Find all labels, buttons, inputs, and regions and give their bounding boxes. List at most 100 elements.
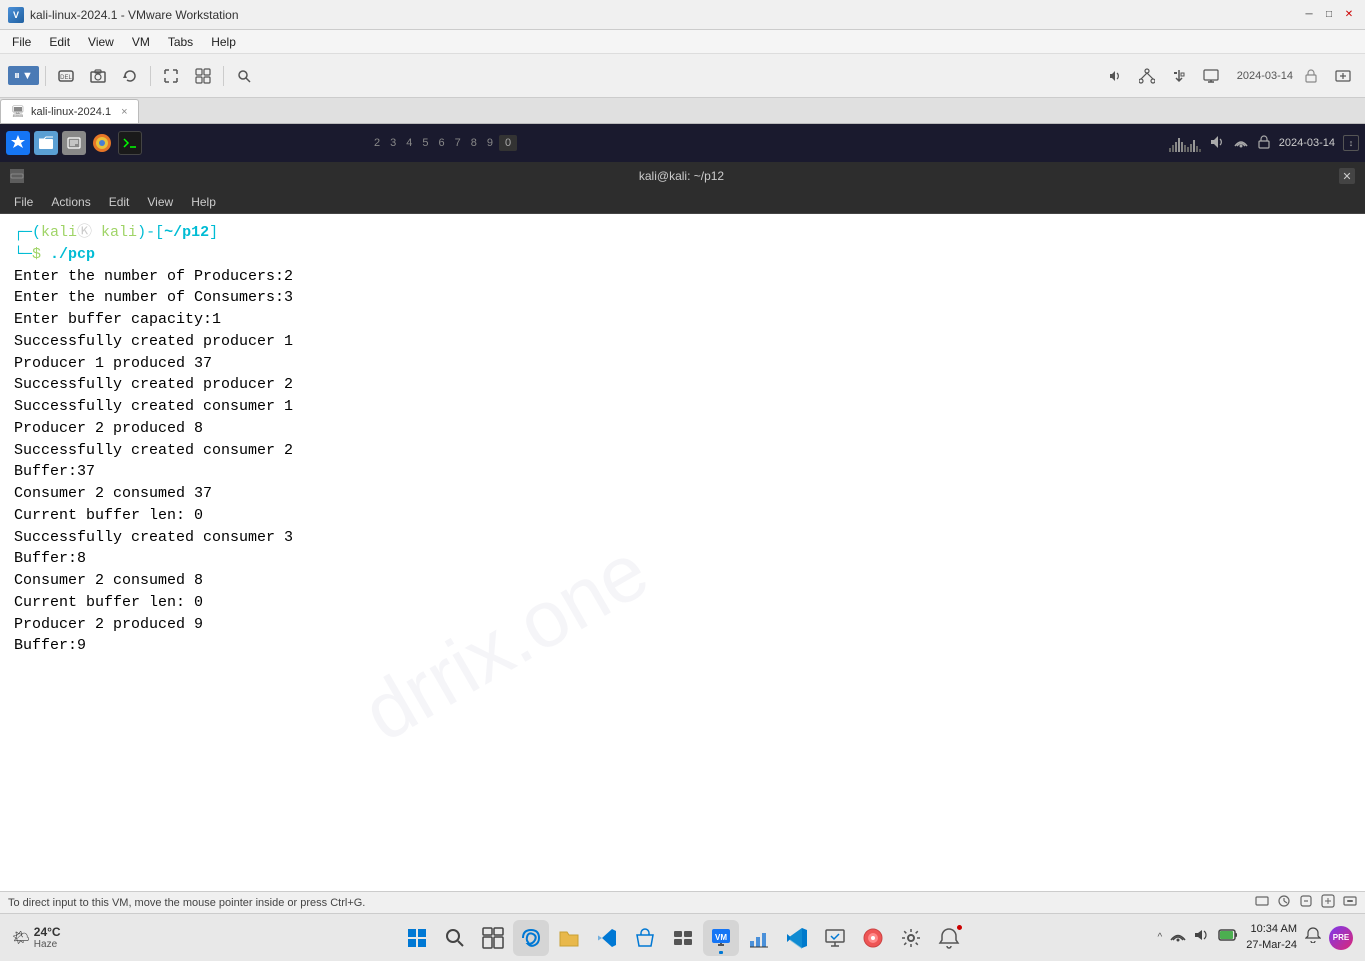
tray-volume[interactable]: [1194, 927, 1210, 948]
vm-tab[interactable]: 🖥 kali-linux-2024.1 ×: [0, 99, 139, 123]
prompt-open-bracket: ┌─(: [14, 224, 41, 241]
terminal-close-icon[interactable]: ✕: [1339, 168, 1355, 184]
tmenu-view[interactable]: View: [139, 193, 181, 211]
unity-button[interactable]: [189, 62, 217, 90]
titlebar-left: V kali-linux-2024.1 - VMware Workstation: [8, 7, 239, 23]
status-icon-3[interactable]: [1299, 894, 1313, 911]
tray-network[interactable]: [1170, 927, 1186, 948]
kali-lock-icon[interactable]: [1257, 135, 1271, 152]
browser-button[interactable]: [855, 920, 891, 956]
display-button[interactable]: [1197, 62, 1225, 90]
settings-taskbar-button[interactable]: [893, 920, 929, 956]
vmware-clock: 2024-03-14: [1237, 70, 1293, 82]
tray-expand[interactable]: ^: [1158, 932, 1163, 943]
menu-file[interactable]: File: [4, 33, 39, 51]
start-button[interactable]: [399, 920, 435, 956]
vscode2-button[interactable]: [779, 920, 815, 956]
prompt-hostname: kali: [92, 224, 137, 241]
tray-power[interactable]: [1218, 928, 1238, 947]
terminal-menu: File Actions Edit View Help: [0, 190, 1365, 214]
output-line-14: Consumer 2 consumed 8: [14, 570, 1351, 592]
network-button[interactable]: [1133, 62, 1161, 90]
tmenu-actions[interactable]: Actions: [43, 193, 98, 211]
ws-7[interactable]: 7: [451, 135, 465, 151]
magnify-button[interactable]: [230, 62, 258, 90]
guest-area: 2 3 4 5 6 7 8 9 0: [0, 124, 1365, 891]
minimize-button[interactable]: ─: [1301, 7, 1317, 23]
vscode-button[interactable]: [589, 920, 625, 956]
status-icon-5[interactable]: [1343, 894, 1357, 911]
bottom-status-bar: To direct input to this VM, move the mou…: [0, 891, 1365, 913]
terminal-close-controls: ✕: [1339, 168, 1355, 184]
tmenu-file[interactable]: File: [6, 193, 41, 211]
kali-topbar: 2 3 4 5 6 7 8 9 0: [0, 124, 1365, 162]
output-line-15: Current buffer len: 0: [14, 592, 1351, 614]
files-icon[interactable]: [62, 131, 86, 155]
terminal-minimize-icon[interactable]: [10, 169, 24, 183]
output-line-3: Successfully created producer 1: [14, 331, 1351, 353]
chart-button[interactable]: [741, 920, 777, 956]
prompt-dollar-sign: $: [32, 246, 41, 263]
menu-edit[interactable]: Edit: [41, 33, 78, 51]
kali-logo[interactable]: [6, 131, 30, 155]
ws-8[interactable]: 8: [467, 135, 481, 151]
ws-6[interactable]: 6: [435, 135, 449, 151]
ws-3[interactable]: 3: [386, 135, 400, 151]
tmenu-help[interactable]: Help: [183, 193, 224, 211]
revert-button[interactable]: [116, 62, 144, 90]
firefox-icon[interactable]: [90, 131, 114, 155]
weather-widget[interactable]: 🌤 24°C Haze: [12, 925, 61, 950]
ws-2[interactable]: 2: [370, 135, 384, 151]
command-text: ./pcp: [50, 246, 95, 263]
taskview-button[interactable]: [475, 920, 511, 956]
menu-vm[interactable]: VM: [124, 33, 158, 51]
vm-tab-close[interactable]: ×: [121, 106, 127, 118]
kali-speaker-icon[interactable]: [1209, 134, 1225, 153]
tmenu-edit[interactable]: Edit: [101, 193, 138, 211]
output-line-1: Enter the number of Consumers:3: [14, 287, 1351, 309]
close-button[interactable]: ✕: [1341, 7, 1357, 23]
kali-expand[interactable]: ↕: [1343, 135, 1359, 151]
menu-tabs[interactable]: Tabs: [160, 33, 201, 51]
notification-button[interactable]: [931, 920, 967, 956]
pause-button[interactable]: ⏸ ▼: [8, 66, 39, 85]
menu-view[interactable]: View: [80, 33, 122, 51]
notification-dot: [956, 924, 963, 931]
usb-button[interactable]: [1165, 62, 1193, 90]
fileexplorer-button[interactable]: [551, 920, 587, 956]
remote-button[interactable]: [817, 920, 853, 956]
terminal-body[interactable]: ┌─(kaliⓀ kali)-[~/p12] └─$ ./pcp Enter t…: [0, 214, 1365, 891]
ws-9[interactable]: 9: [483, 135, 497, 151]
filemanager-icon[interactable]: [34, 131, 58, 155]
output-line-11: Current buffer len: 0: [14, 505, 1351, 527]
store-button[interactable]: [627, 920, 663, 956]
bottom-status-right: [1255, 894, 1357, 911]
search-button[interactable]: [437, 920, 473, 956]
menu-help[interactable]: Help: [203, 33, 244, 51]
edge-button[interactable]: [513, 920, 549, 956]
vmware-taskbar-icon[interactable]: VM: [703, 920, 739, 956]
tray-user[interactable]: PRE: [1329, 926, 1353, 950]
terminal-title: kali@kali: ~/p12: [24, 169, 1339, 183]
kali-tasks-icon[interactable]: [665, 920, 701, 956]
terminal-icon[interactable]: [118, 131, 142, 155]
output-line-6: Successfully created consumer 1: [14, 396, 1351, 418]
clock-time: 10:34 AM: [1246, 922, 1297, 937]
status-icon-4[interactable]: [1321, 894, 1335, 911]
ctrl-alt-del-button[interactable]: DEL: [52, 62, 80, 90]
system-clock[interactable]: 10:34 AM 27-Mar-24: [1246, 922, 1297, 953]
status-icon-2[interactable]: [1277, 894, 1291, 911]
fullscreen-button[interactable]: [157, 62, 185, 90]
stretch-button[interactable]: [1329, 62, 1357, 90]
ws-0-active[interactable]: 0: [499, 135, 517, 151]
snapshot-button[interactable]: [84, 62, 112, 90]
terminal-titlebar: kali@kali: ~/p12 ✕: [0, 162, 1365, 190]
kali-network-icon[interactable]: [1233, 134, 1249, 153]
audio-button[interactable]: [1101, 62, 1129, 90]
tray-notifications[interactable]: [1305, 927, 1321, 948]
ws-5[interactable]: 5: [418, 135, 432, 151]
status-icon-1[interactable]: [1255, 894, 1269, 911]
kali-time: 2024-03-14: [1279, 137, 1335, 149]
ws-4[interactable]: 4: [402, 135, 416, 151]
maximize-button[interactable]: □: [1321, 7, 1337, 23]
